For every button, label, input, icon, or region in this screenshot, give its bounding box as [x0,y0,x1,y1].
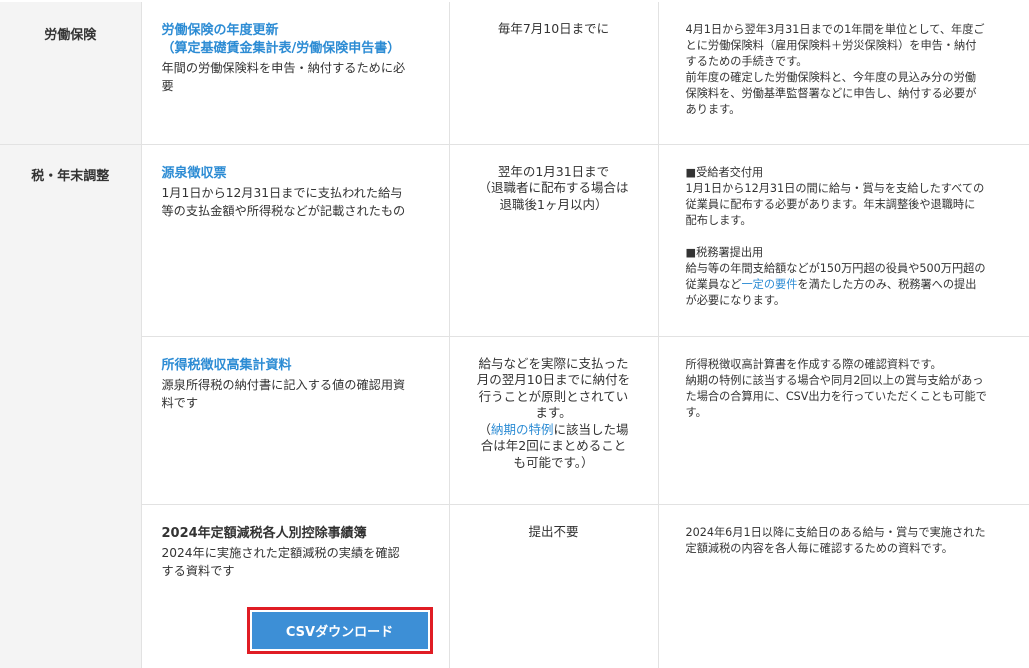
deadline-cell: 提出不要 [448,503,658,668]
document-cell: 所得税徴収高集計資料 源泉所得税の納付書に記入する値の確認用資 料です [140,335,449,504]
document-title-link[interactable]: 源泉徴収票 [162,165,431,183]
title-line: （算定基礎賃金集計表/労働保険申告書） [161,41,401,56]
note-line: 給与等の年間支給額などが150万円超の役員や500万円超の [685,261,986,275]
document-title-link[interactable]: 所得税徴収高集計資料 [162,357,431,375]
document-description: 2024年に実施された定額減税の実績を確認 する資料です [162,544,431,580]
note-line: 保険料を、労働基準監督署などに申告し、納付する必要が [685,87,977,100]
note-line: 配布します。 [685,213,752,227]
note-line: 1月1日から12月31日の間に給与・賞与を支給したすべての [685,181,985,195]
table-row: 労働保険 労働保険の年度更新 （算定基礎賃金集計表/労働保険申告書） 年間の労働… [0,2,1029,144]
csv-download-button[interactable]: CSVダウンロード [251,611,428,649]
deadline-cell: 翌年の1月31日まで （退職者に配布する場合は 退職後1ヶ月以内） [448,143,658,336]
note-line: が必要になります。 [685,293,786,307]
desc-line: 等の支払金額や所得税などが記載されたもの [161,203,406,218]
note-line: 従業員など一定の要件を満たした方のみ、税務署への提出 [686,277,1016,293]
document-cell: 2024年定額減税各人別控除事績簿 2024年に実施された定額減税の実績を確認 … [140,503,449,668]
table-row: 2024年定額減税各人別控除事績簿 2024年に実施された定額減税の実績を確認 … [0,503,1029,668]
note-cell: 2024年6月1日以降に支給日のある給与・賞与で実施された 定額減税の内容を各人… [657,503,1029,668]
deadline-cell: 給与などを実際に支払った 月の翌月10日までに納付を 行うことが原則とされてい … [448,335,658,504]
deadline-text: ます。 [535,405,572,420]
table-row: 税・年末調整 源泉徴収票 1月1日から12月31日までに支払われた給与 等の支払… [0,143,1029,668]
special-payment-link[interactable]: 納期の特例 [491,422,554,437]
requirements-link[interactable]: 一定の要件 [741,278,797,291]
note-line: 従業員に配布する必要があります。年末調整後や退職時に [685,197,976,211]
title-line: 2024年定額減税各人別控除事績簿 [161,525,367,541]
note-text: 従業員など [685,277,742,291]
document-description: 源泉所得税の納付書に記入する値の確認用資 料です [162,376,431,412]
document-description: 年間の労働保険料を申告・納付するために必 要 [162,59,431,95]
note-line: ■税務署提出用 [685,245,764,259]
deadline-text: 提出不要 [528,523,579,539]
note-line: ■受給者交付用 [685,165,764,179]
title-line: 所得税徴収高集計資料 [161,357,292,373]
table-row: 所得税徴収高集計資料 源泉所得税の納付書に記入する値の確認用資 料です 給与など… [0,335,1029,504]
note-line: 前年度の確定した労働保険料と、今年度の見込み分の労働 [685,71,976,84]
note-line: 定額減税の内容を各人毎に確認するための資料です。 [685,541,953,555]
deadline-text-part: （ [478,421,491,437]
deadline-text: 翌年の1月31日まで [497,163,610,179]
note-cell: ■受給者交付用 1月1日から12月31日の間に給与・賞与を支給したすべての 従業… [657,143,1029,336]
note-line: 4月1日から翌年3月31日までの1年間を単位として、年度ご [685,23,985,36]
note-line: す。 [685,405,707,419]
deadline-text-part: に該当した場 [553,421,629,437]
note-cell: 4月1日から翌年3月31日までの1年間を単位として、年度ご とに労働保険料（雇用… [657,2,1029,144]
csv-download-highlight: CSVダウンロード [246,606,433,654]
note-line: 2024年6月1日以降に支給日のある給与・賞与で実施された [685,525,986,539]
note-line: あります。 [685,103,741,116]
note-line: た場合の合算用に、CSV出力を行っていただくことも可能で [685,389,987,403]
document-cell: 源泉徴収票 1月1日から12月31日までに支払われた給与 等の支払金額や所得税な… [140,143,449,336]
document-title-link[interactable]: 労働保険の年度更新 （算定基礎賃金集計表/労働保険申告書） [162,22,431,58]
note-line: するための手続きです。 [685,55,808,68]
desc-line: 料です [161,395,199,410]
deadline-text: も可能です。） [513,454,594,470]
deadline-text: （退職者に配布する場合は [478,180,629,195]
title-line: 源泉徴収票 [161,165,227,181]
deadline-text: 行うことが原則とされてい [478,388,629,404]
desc-line: 1月1日から12月31日までに支払われた給与 [161,185,403,200]
deadline-cell: 毎年7月10日までに [448,2,658,144]
category-label: 税・年末調整 [31,168,110,184]
desc-line: 要 [161,79,174,93]
deadline-text: （納期の特例に該当した場 [464,422,644,439]
desc-line: 源泉所得税の納付書に記入する値の確認用資 [161,377,406,392]
documents-table: 労働保険 労働保険の年度更新 （算定基礎賃金集計表/労働保険申告書） 年間の労働… [0,2,1029,668]
desc-line: する資料です [161,563,235,578]
deadline-text: 毎年7月10日までに [497,21,610,36]
desc-line: 2024年に実施された定額減税の実績を確認 [161,545,400,560]
document-title: 2024年定額減税各人別控除事績簿 [162,525,431,543]
deadline-text: 給与などを実際に支払った [478,355,629,371]
desc-line: 年間の労働保険料を申告・納付するために必 [161,61,406,75]
document-description: 1月1日から12月31日までに支払われた給与 等の支払金額や所得税などが記載され… [162,184,431,220]
deadline-text: 月の翌月10日までに納付を [476,372,631,387]
note-line: 所得税徴収高計算書を作成する際の確認資料です。 [685,357,942,371]
note-cell: 所得税徴収高計算書を作成する際の確認資料です。 納期の特例に該当する場合や同月2… [657,335,1029,504]
document-cell: 労働保険の年度更新 （算定基礎賃金集計表/労働保険申告書） 年間の労働保険料を申… [140,2,449,144]
note-line: 納期の特例に該当する場合や同月2回以上の賞与支給があっ [685,373,984,387]
note-text: を満たした方のみ、税務署への提出 [797,277,977,291]
title-line: 労働保険の年度更新 [161,23,279,38]
deadline-text: 退職後1ヶ月以内） [499,196,608,212]
category-cell: 労働保険 [0,2,141,144]
deadline-text: 合は年2回にまとめること [480,438,627,453]
category-cell: 税・年末調整 [0,143,141,668]
category-label: 労働保険 [44,28,97,43]
note-line: とに労働保険料（雇用保険料＋労災保険料）を申告・納付 [685,39,977,52]
